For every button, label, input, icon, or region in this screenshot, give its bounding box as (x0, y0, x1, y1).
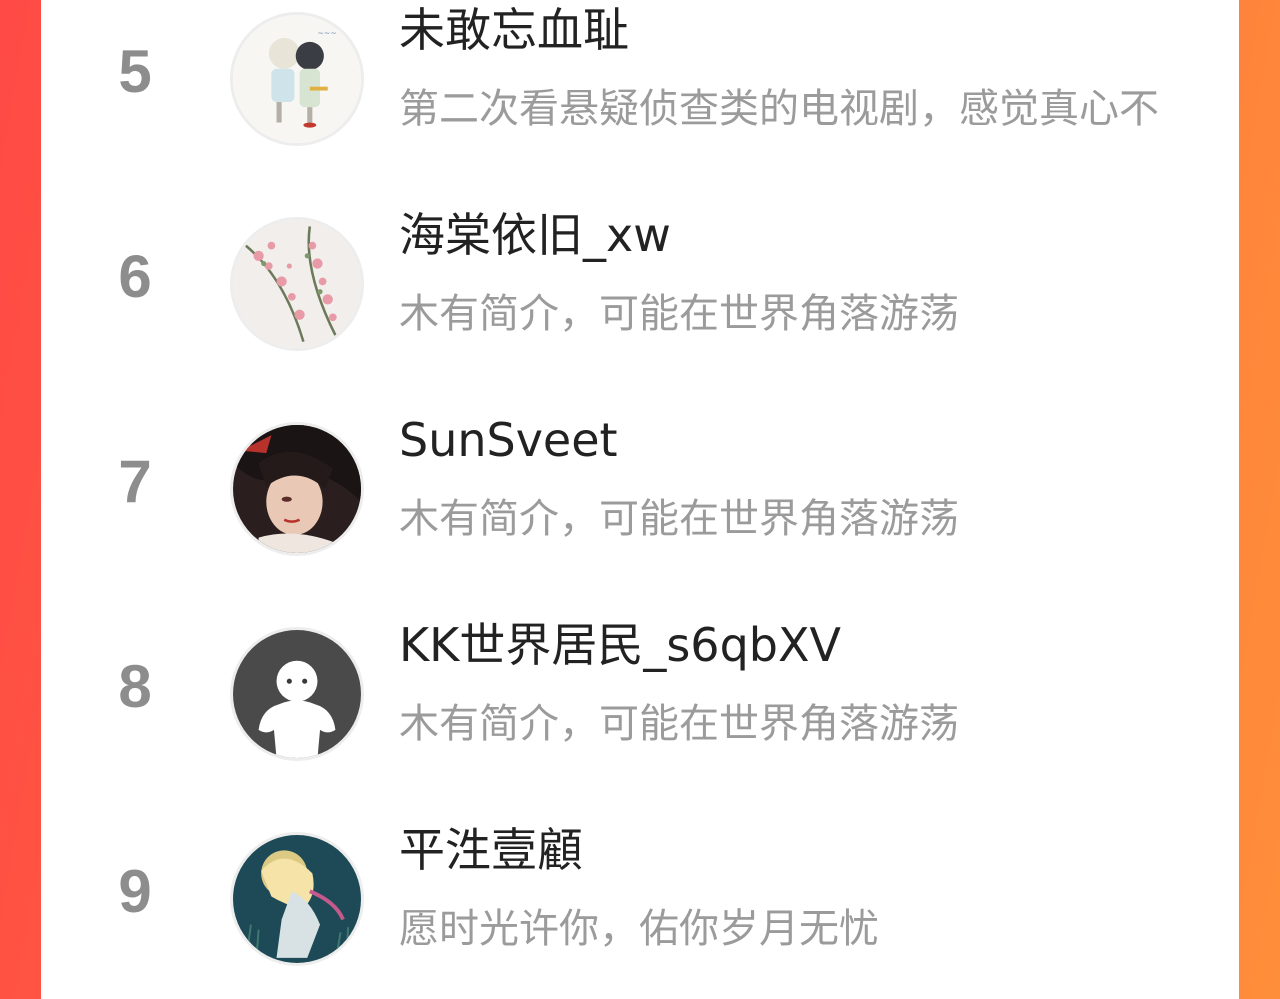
rank-number: 8 (118, 653, 152, 720)
user-name[interactable]: SunSveet (399, 410, 618, 470)
default-ghost-avatar-icon[interactable] (230, 627, 364, 761)
user-bio: 木有简介，可能在世界角落游荡 (399, 291, 959, 337)
flower-blossom-avatar-icon[interactable] (230, 217, 364, 351)
ranking-row[interactable]: 5 ~~~ 未敢忘血耻 第二次看悬疑侦查类的电视剧，感觉真心不 (41, 3, 1239, 162)
anime-illustration-avatar-icon[interactable]: ~~~ (230, 12, 364, 146)
user-bio: 第二次看悬疑侦查类的电视剧，感觉真心不 (399, 86, 1159, 132)
rank-number: 6 (118, 243, 152, 310)
ranking-list-panel: 5 ~~~ 未敢忘血耻 第二次看悬疑侦查类的电视剧，感觉真心不 6 海棠依旧_x… (41, 0, 1239, 999)
ranking-row[interactable]: 7 SunSveet 木有简介，可能在世界角落游荡 (41, 413, 1239, 572)
user-name[interactable]: KK世界居民_s6qbXV (399, 615, 841, 675)
ranking-row[interactable]: 6 海棠依旧_xw 木有简介，可能在世界角落游荡 (41, 208, 1239, 367)
user-bio: 木有简介，可能在世界角落游荡 (399, 496, 959, 542)
anime-portrait-avatar-icon[interactable] (230, 422, 364, 556)
svg-text:~~~: ~~~ (317, 28, 336, 37)
rank-number: 9 (118, 858, 152, 925)
user-name[interactable]: 海棠依旧_xw (399, 205, 671, 265)
rank-number: 7 (118, 448, 152, 515)
user-name[interactable]: 未敢忘血耻 (399, 0, 629, 60)
user-bio: 愿时光许你，佑你岁月无忧 (399, 906, 879, 952)
dark-teal-illustration-avatar-icon[interactable] (230, 832, 364, 966)
ranking-row[interactable]: 9 平泩壹顧 愿时光许你，佑你岁月无忧 (41, 823, 1239, 982)
user-bio: 木有简介，可能在世界角落游荡 (399, 701, 959, 747)
rank-number: 5 (118, 38, 152, 105)
user-name[interactable]: 平泩壹顧 (399, 820, 583, 880)
ranking-row[interactable]: 8 KK世界居民_s6qbXV 木有简介，可能在世界角落游荡 (41, 618, 1239, 777)
